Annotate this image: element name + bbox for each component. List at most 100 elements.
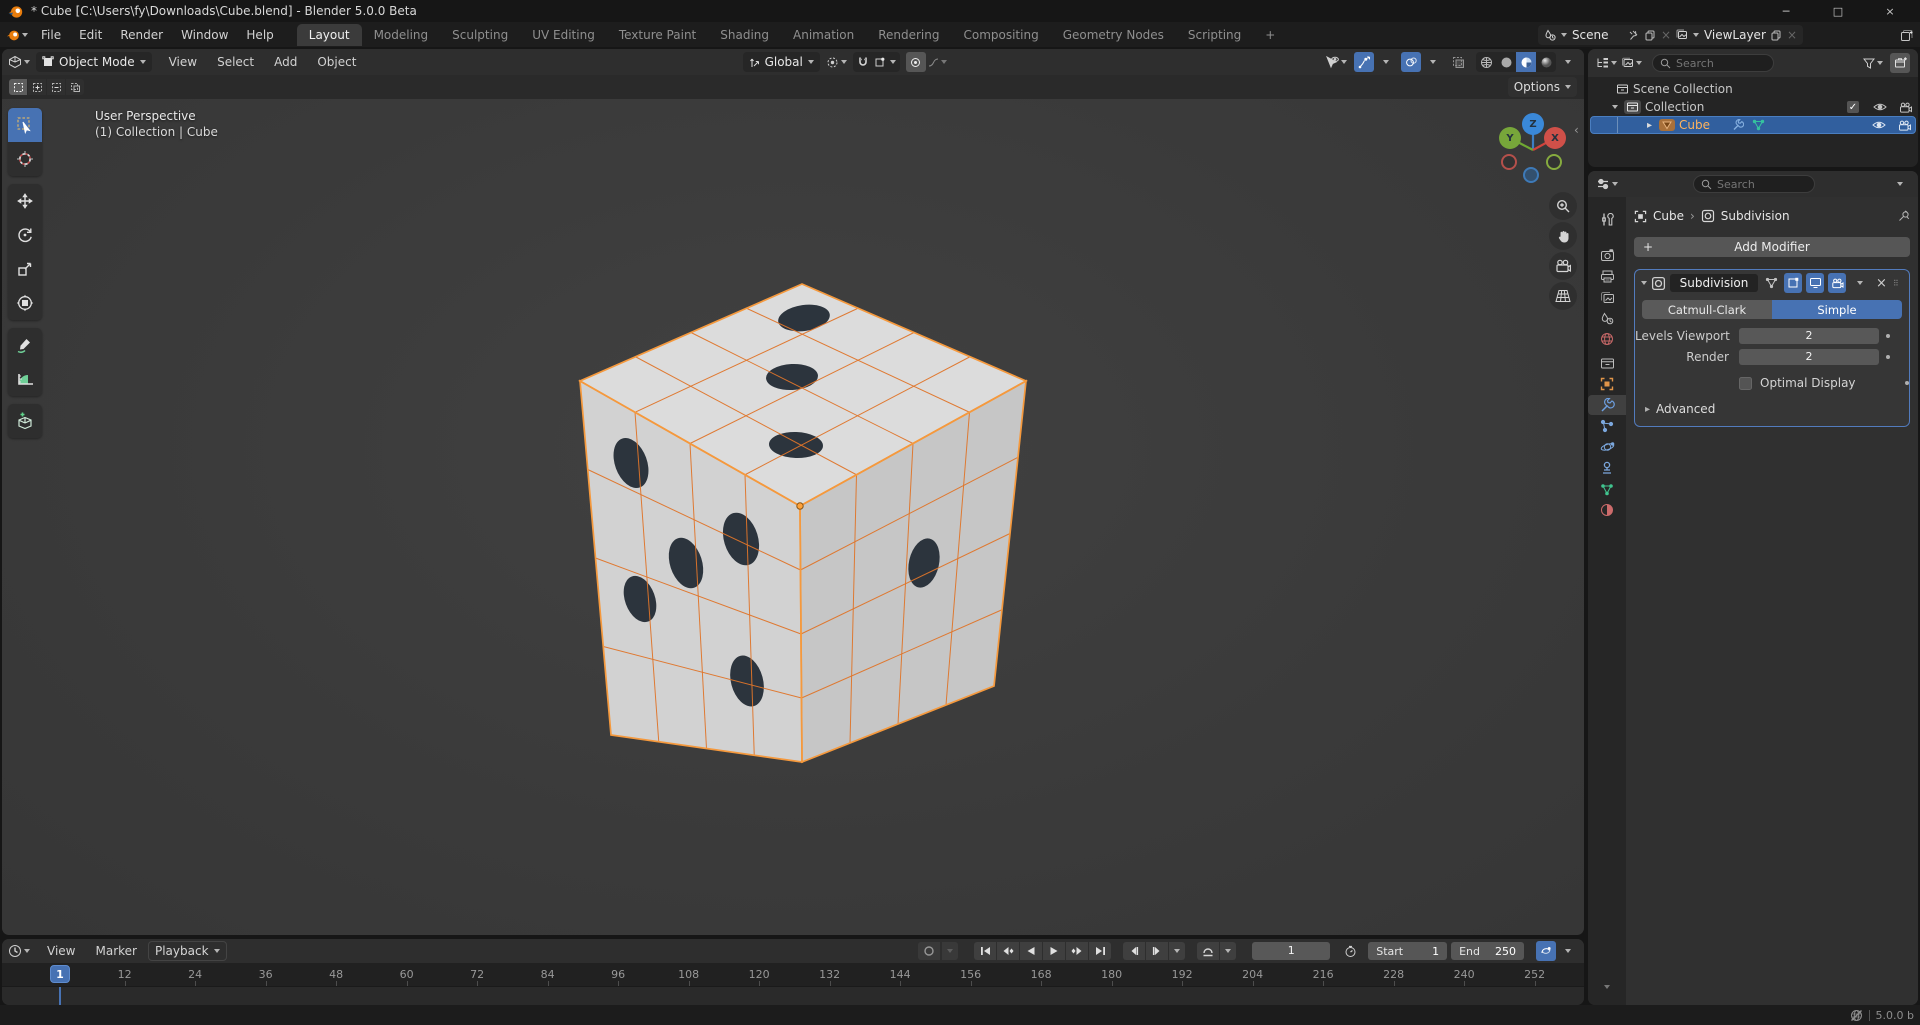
- gizmo-y-axis[interactable]: Y: [1499, 127, 1521, 149]
- jump-to-end-button[interactable]: [1089, 942, 1111, 960]
- workspace-tab-uv-editing[interactable]: UV Editing: [520, 24, 607, 46]
- prev-frame-button[interactable]: [1123, 942, 1145, 960]
- sync-dropdown[interactable]: [1558, 941, 1578, 961]
- menu-file[interactable]: File: [32, 25, 70, 45]
- tab-world[interactable]: [1588, 329, 1626, 349]
- xray-toggle[interactable]: [1448, 52, 1468, 72]
- shading-solid-button[interactable]: [1496, 52, 1516, 72]
- tool-annotate[interactable]: [8, 328, 42, 362]
- show-in-edit-mode-toggle[interactable]: [1784, 273, 1802, 293]
- render-levels-field[interactable]: 2: [1739, 349, 1879, 365]
- tab-tool[interactable]: [1588, 209, 1626, 229]
- tab-object-data[interactable]: [1588, 479, 1626, 499]
- show-cage-toggle[interactable]: [1762, 273, 1780, 293]
- tab-strip-overflow[interactable]: [1588, 977, 1626, 997]
- hide-eye-icon[interactable]: [1872, 120, 1886, 130]
- mode-selector[interactable]: Object Mode: [36, 52, 152, 72]
- selectability-visibility-button[interactable]: [1325, 52, 1347, 72]
- timeline-menu-marker[interactable]: Marker: [86, 941, 145, 961]
- menu-help[interactable]: Help: [237, 25, 282, 45]
- workspace-tab-animation[interactable]: Animation: [781, 24, 866, 46]
- use-preview-range-button[interactable]: [1340, 941, 1360, 961]
- show-in-render-toggle[interactable]: [1828, 273, 1846, 293]
- proportional-editing-button[interactable]: [906, 52, 926, 72]
- gizmo-z-axis[interactable]: Z: [1522, 113, 1544, 135]
- viewport-menu-object[interactable]: Object: [308, 52, 365, 72]
- shading-material-preview-button[interactable]: [1516, 52, 1536, 72]
- new-collection-button[interactable]: [1890, 53, 1910, 73]
- jump-next-keyframe-button[interactable]: [1066, 942, 1088, 960]
- timeline-menu-view[interactable]: View: [38, 941, 84, 961]
- copy-scene-icon[interactable]: [1645, 30, 1656, 41]
- timeline-editor-type-button[interactable]: [8, 941, 30, 961]
- tab-collection[interactable]: [1588, 353, 1626, 373]
- workspace-tab-compositing[interactable]: Compositing: [951, 24, 1050, 46]
- modifier-extras-dropdown[interactable]: [1850, 273, 1870, 293]
- outliner-search-input[interactable]: [1676, 57, 1766, 70]
- levels-viewport-field[interactable]: 2: [1739, 328, 1879, 344]
- select-mode-intersect-button[interactable]: [66, 79, 84, 95]
- workspace-tab-geometry-nodes[interactable]: Geometry Nodes: [1051, 24, 1176, 46]
- animate-dot[interactable]: [1905, 381, 1909, 385]
- next-frame-button[interactable]: [1146, 942, 1168, 960]
- options-button[interactable]: Options: [1508, 77, 1577, 97]
- pin-icon[interactable]: [1898, 210, 1910, 222]
- workspace-tab-modeling[interactable]: Modeling: [362, 24, 441, 46]
- axis-gizmo[interactable]: Z Y X: [1498, 109, 1570, 191]
- workspace-tab-sculpting[interactable]: Sculpting: [440, 24, 520, 46]
- shading-rendered-button[interactable]: [1536, 52, 1556, 72]
- blender-menu-icon[interactable]: [6, 25, 28, 45]
- gizmos-toggle[interactable]: [1354, 52, 1374, 72]
- delete-modifier-button[interactable]: ×: [1874, 276, 1889, 291]
- tab-object[interactable]: [1588, 374, 1626, 394]
- modifier-name-field[interactable]: Subdivision: [1670, 274, 1758, 292]
- scene-selector[interactable]: Scene ×: [1538, 25, 1677, 45]
- tab-scene[interactable]: [1588, 308, 1626, 328]
- gizmos-dropdown[interactable]: [1376, 52, 1396, 72]
- workspace-tab-scripting[interactable]: Scripting: [1176, 24, 1253, 46]
- workspace-tab-rendering[interactable]: Rendering: [866, 24, 951, 46]
- pan-button[interactable]: [1549, 222, 1577, 250]
- outliner-row-cube[interactable]: ▸ Cube: [1590, 116, 1916, 134]
- select-mode-extend-button[interactable]: [28, 79, 46, 95]
- gizmo-x-negative[interactable]: [1501, 154, 1517, 170]
- outliner-search[interactable]: [1652, 54, 1774, 72]
- collapse-chevron-icon[interactable]: ▸: [1647, 120, 1652, 131]
- drag-handle-icon[interactable]: ⠿: [1893, 279, 1900, 288]
- proportional-falloff-button[interactable]: [928, 52, 948, 72]
- editor-type-button[interactable]: [8, 52, 30, 72]
- exclude-checkbox[interactable]: ✓: [1847, 101, 1859, 113]
- outliner-filter-type-button[interactable]: [1621, 53, 1642, 73]
- viewport-menu-view[interactable]: View: [160, 52, 206, 72]
- viewlayer-selector[interactable]: ViewLayer ×: [1670, 25, 1803, 45]
- gizmo-y-negative[interactable]: [1546, 154, 1562, 170]
- tool-cursor[interactable]: [8, 142, 42, 176]
- show-in-viewport-toggle[interactable]: [1806, 273, 1824, 293]
- workspace-tab-shading[interactable]: Shading: [708, 24, 781, 46]
- jump-to-start-button[interactable]: [974, 942, 996, 960]
- orthographic-toggle-button[interactable]: [1549, 282, 1577, 310]
- disable-render-camera-icon[interactable]: [1898, 120, 1911, 131]
- properties-options-dropdown[interactable]: [1890, 174, 1910, 194]
- keying-set-dropdown[interactable]: [1220, 942, 1236, 960]
- timeline-ruler[interactable]: 1224364860728496108120132144156168180192…: [2, 963, 1584, 987]
- viewport-menu-select[interactable]: Select: [208, 52, 263, 72]
- add-modifier-button[interactable]: + Add Modifier: [1634, 237, 1910, 257]
- expand-chevron-icon[interactable]: [1612, 105, 1618, 109]
- tab-material[interactable]: [1588, 500, 1626, 520]
- tool-transform[interactable]: [8, 286, 42, 320]
- region-collapse-icon[interactable]: ‹: [1574, 123, 1579, 137]
- outliner-row-scene-collection[interactable]: Scene Collection: [1590, 80, 1916, 98]
- disable-render-camera-icon[interactable]: [1899, 102, 1912, 113]
- simple-option[interactable]: Simple: [1772, 300, 1902, 319]
- keying-set-icon[interactable]: [1197, 942, 1219, 960]
- outliner-filter-button[interactable]: [1863, 53, 1883, 73]
- camera-view-button[interactable]: [1549, 252, 1577, 280]
- tab-render[interactable]: [1588, 245, 1626, 265]
- transform-orientation-selector[interactable]: Global: [743, 52, 820, 72]
- overlays-dropdown[interactable]: [1423, 52, 1443, 72]
- add-workspace-button[interactable]: +: [1253, 24, 1287, 46]
- current-frame-field[interactable]: 1: [1252, 942, 1330, 960]
- select-mode-subtract-button[interactable]: [47, 79, 65, 95]
- playback-sync-button[interactable]: [1536, 941, 1556, 961]
